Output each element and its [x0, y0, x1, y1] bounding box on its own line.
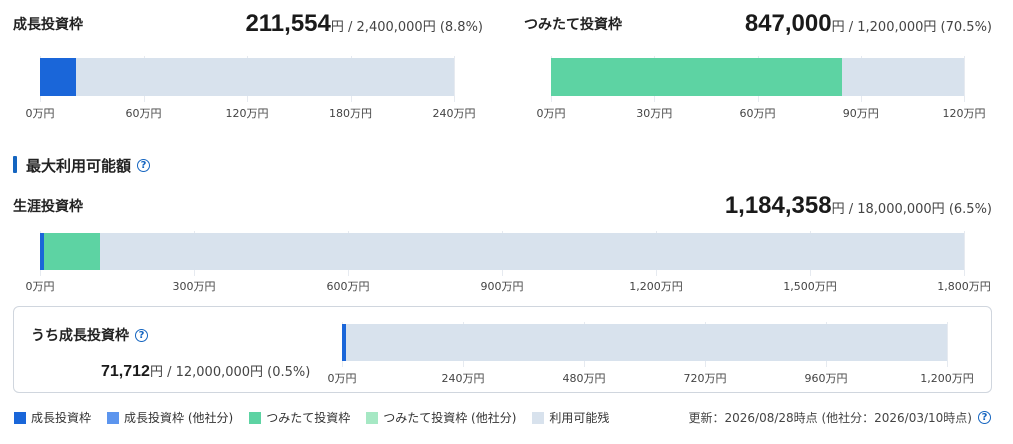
- growth-tick-label: 0万円: [25, 107, 55, 120]
- legend-swatch: [249, 411, 262, 424]
- growth_within-gridline: [947, 322, 948, 367]
- tsumitate-tick-label: 30万円: [636, 107, 673, 120]
- max-section-header: 最大利用可能額 ?: [26, 155, 151, 176]
- legend-swatch: [107, 411, 120, 424]
- growth-within-used-value: 71,712: [101, 363, 150, 380]
- growth_within-fill-0: [342, 324, 346, 361]
- growth-within-header: うち成長投資枠 ?: [31, 325, 148, 345]
- growth-within-bar: [342, 324, 947, 361]
- growth-tick-label: 120万円: [225, 107, 269, 120]
- legend-swatch: [366, 411, 379, 424]
- lifetime-title: 生涯投資枠: [13, 199, 83, 215]
- tsumitate-tick-label: 90万円: [842, 107, 879, 120]
- legend-label: 利用可能残: [549, 411, 610, 425]
- lifetime-amount: 1,184,358円 / 18,000,000円 (6.5%): [725, 192, 992, 220]
- legend-item: 成長投資枠 (他社分): [107, 409, 233, 426]
- update-info: 更新：2026/08/28時点 (他社分：2026/03/10時点) ?: [688, 409, 991, 426]
- tsumitate-bar: [551, 58, 964, 96]
- growth-title: 成長投資枠: [13, 17, 83, 33]
- growth-limit: / 2,400,000円 (8.8%): [343, 20, 483, 35]
- lifetime-tick-label: 1,200万円: [629, 280, 683, 293]
- growth_within-tick-label: 1,200万円: [920, 372, 974, 385]
- tsumitate-yen: 円: [831, 20, 845, 35]
- growth_within-tick-label: 960万円: [804, 372, 848, 385]
- lifetime-gridline: [964, 231, 965, 276]
- growth-used-value: 211,554: [245, 10, 331, 37]
- growth-bar: [40, 58, 454, 96]
- legend-item: 利用可能残: [532, 409, 609, 426]
- lifetime-bar: [40, 233, 964, 270]
- legend-label: 成長投資枠 (他社分): [124, 411, 234, 425]
- lifetime-yen: 円: [831, 202, 845, 217]
- growth-fill-0: [40, 58, 77, 96]
- lifetime-tick-label: 900万円: [480, 280, 524, 293]
- legend-label: つみたて投資枠: [266, 411, 351, 425]
- growth_within-tick-label: 720万円: [683, 372, 727, 385]
- growth-within-limit: / 12,000,000円 (0.5%): [162, 365, 311, 380]
- lifetime-used-value: 1,184,358: [724, 192, 832, 219]
- growth_within-tick-label: 240万円: [441, 372, 485, 385]
- max-section-title: 最大利用可能額: [26, 157, 132, 175]
- legend-item: つみたて投資枠 (他社分): [366, 409, 516, 426]
- legend-label: つみたて投資枠 (他社分): [383, 411, 517, 425]
- growth-tick-label: 60万円: [125, 107, 162, 120]
- legend-swatch: [532, 411, 545, 424]
- lifetime-fill-1: [43, 233, 101, 270]
- growth-yen: 円: [330, 20, 344, 35]
- tsumitate-tick-label: 60万円: [739, 107, 776, 120]
- lifetime-tick-label: 300万円: [172, 280, 216, 293]
- lifetime-limit: / 18,000,000円 (6.5%): [844, 202, 992, 217]
- growth-within-yen: 円: [149, 365, 163, 380]
- growth-amount: 211,554円 / 2,400,000円 (8.8%): [245, 10, 483, 38]
- lifetime-tick-label: 1,500万円: [783, 280, 837, 293]
- update-text: 更新：2026/08/28時点 (他社分：2026/03/10時点): [688, 411, 972, 425]
- tsumitate-limit: / 1,200,000円 (70.5%): [844, 20, 992, 35]
- tsumitate-tick-label: 120万円: [942, 107, 986, 120]
- section-accent-bar: [13, 156, 17, 173]
- question-circle-icon[interactable]: ?: [978, 411, 991, 424]
- growth-within-title: うち成長投資枠: [31, 328, 129, 344]
- question-circle-icon[interactable]: ?: [135, 328, 148, 342]
- growth-tick-label: 180万円: [329, 107, 372, 120]
- legend-label: 成長投資枠: [31, 411, 92, 425]
- legend-swatch: [14, 411, 26, 424]
- tsumitate-title: つみたて投資枠: [524, 17, 622, 33]
- tsumitate-gridline: [964, 56, 965, 102]
- legend-item: つみたて投資枠: [249, 409, 350, 426]
- lifetime-tick-label: 0万円: [25, 280, 55, 293]
- growth-gridline: [454, 56, 455, 102]
- tsumitate-amount: 847,000円 / 1,200,000円 (70.5%): [745, 10, 992, 38]
- tsumitate-fill-0: [551, 58, 843, 96]
- growth_within-tick-label: 480万円: [562, 372, 606, 385]
- lifetime-tick-label: 1,800万円: [937, 280, 991, 293]
- lifetime-tick-label: 600万円: [326, 280, 370, 293]
- growth_within-tick-label: 0万円: [327, 372, 357, 385]
- question-circle-icon[interactable]: ?: [137, 159, 151, 172]
- legend: 成長投資枠 成長投資枠 (他社分) つみたて投資枠 つみたて投資枠 (他社分) 利用可能…: [14, 409, 625, 426]
- tsumitate-tick-label: 0万円: [536, 107, 566, 120]
- legend-item: 成長投資枠: [14, 409, 91, 426]
- tsumitate-used-value: 847,000: [744, 10, 832, 37]
- growth-tick-label: 240万円: [432, 107, 476, 120]
- growth-within-amount: 71,712円 / 12,000,000円 (0.5%): [101, 361, 310, 381]
